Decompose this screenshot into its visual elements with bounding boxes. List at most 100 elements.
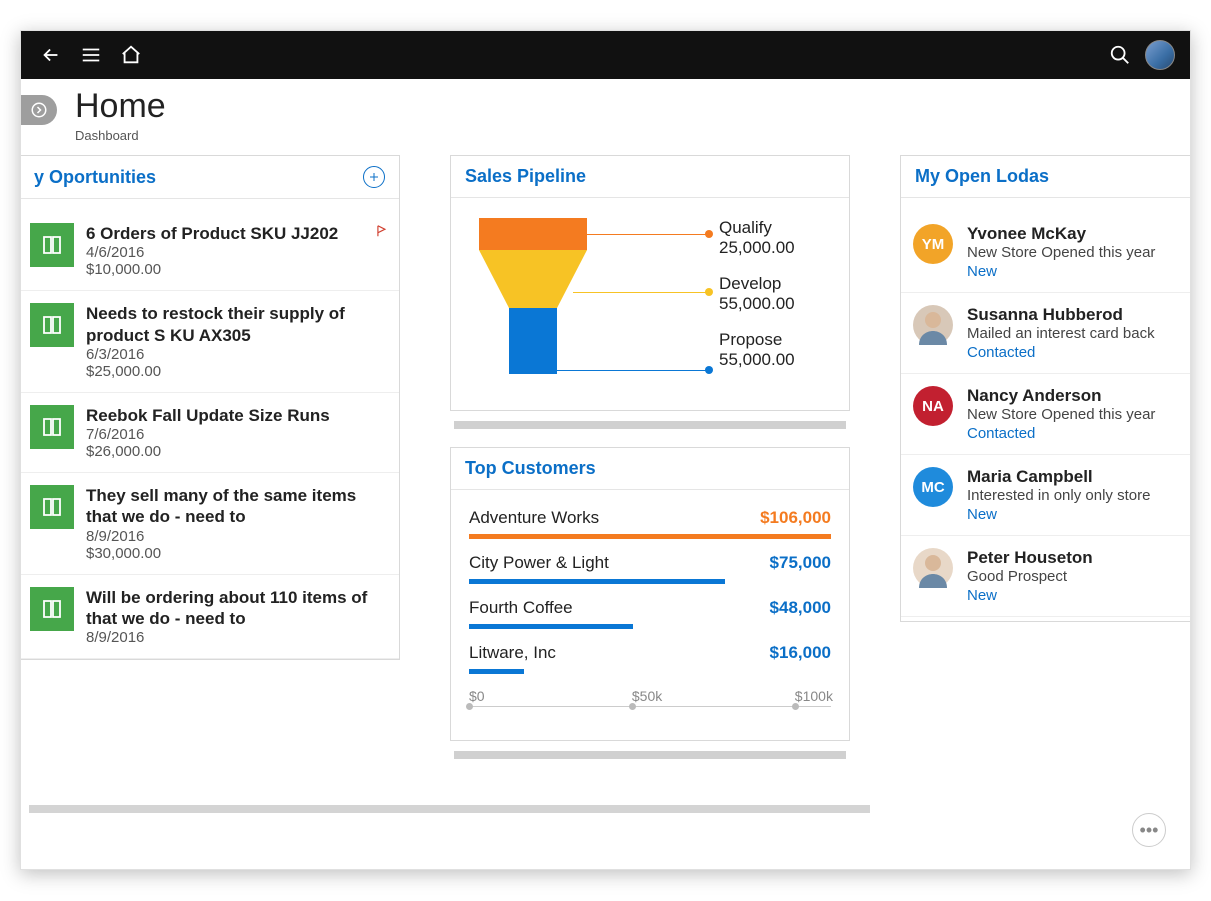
expand-sidebar-button[interactable] — [21, 95, 57, 125]
pipeline-card: Sales Pipeline — [450, 155, 850, 411]
opportunity-item[interactable]: Reebok Fall Update Size Runs 7/6/2016 $2… — [20, 393, 399, 473]
back-button[interactable] — [31, 31, 71, 79]
home-button[interactable] — [111, 31, 151, 79]
opportunity-amount: $26,000.00 — [86, 443, 330, 460]
bottom-shadow — [29, 805, 870, 813]
axis-tick-label: $0 — [469, 688, 485, 704]
customer-value: $16,000 — [770, 643, 831, 663]
avatar-icon — [1145, 40, 1175, 70]
profile-button[interactable] — [1140, 31, 1180, 79]
plus-icon — [368, 171, 380, 183]
customer-bar — [469, 579, 725, 584]
customer-name: Adventure Works — [469, 508, 599, 528]
page-header: Home Dashboard — [21, 79, 1190, 155]
card-shadow — [454, 421, 846, 429]
opportunity-icon — [30, 405, 74, 449]
lead-status: Contacted — [967, 425, 1155, 442]
more-actions-button[interactable]: ••• — [1132, 813, 1166, 847]
stage-value: 25,000.00 — [719, 238, 831, 258]
opportunity-title: They sell many of the same items that we… — [86, 485, 389, 528]
lead-item[interactable]: NA Nancy Anderson New Store Opened this … — [901, 374, 1190, 455]
axis-tick-label: $100k — [795, 688, 833, 704]
customer-value: $75,000 — [770, 553, 831, 573]
lead-desc: New Store Opened this year — [967, 244, 1155, 261]
lead-status: New — [967, 587, 1093, 604]
pipeline-title: Sales Pipeline — [465, 166, 586, 187]
top-customers-card: Top Customers Adventure Works $106,000 C… — [450, 447, 850, 741]
opportunities-title: y Oportunities — [34, 167, 156, 188]
card-shadow — [454, 751, 846, 759]
lead-desc: Interested in only only store — [967, 487, 1150, 504]
customer-bar — [469, 534, 831, 539]
lead-status: New — [967, 263, 1155, 280]
stage-name: Develop — [719, 274, 831, 294]
customer-name: Fourth Coffee — [469, 598, 573, 618]
lead-name: Nancy Anderson — [967, 386, 1155, 406]
pipeline-stage: Propose 55,000.00 — [719, 330, 831, 386]
opportunity-title: 6 Orders of Product SKU JJ202 — [86, 223, 338, 244]
stage-value: 55,000.00 — [719, 350, 831, 370]
axis-tick-dot — [629, 703, 636, 710]
page-subtitle: Dashboard — [75, 128, 166, 143]
page-title: Home — [75, 87, 166, 126]
axis-tick-dot — [466, 703, 473, 710]
add-opportunity-button[interactable] — [363, 166, 385, 188]
lead-item[interactable]: Susanna Hubberod Mailed an interest card… — [901, 293, 1190, 374]
axis-tick-dot — [792, 703, 799, 710]
opportunity-date: 6/3/2016 — [86, 346, 389, 363]
chevron-right-icon — [30, 101, 48, 119]
opportunity-date: 4/6/2016 — [86, 244, 338, 261]
customer-name: City Power & Light — [469, 553, 609, 573]
ellipsis-icon: ••• — [1140, 820, 1159, 841]
lead-name: Susanna Hubberod — [967, 305, 1155, 325]
customer-row[interactable]: Fourth Coffee $48,000 — [469, 592, 831, 637]
opportunity-date: 8/9/2016 — [86, 528, 389, 545]
lead-avatar-photo — [913, 305, 953, 345]
customer-row[interactable]: Adventure Works $106,000 — [469, 502, 831, 547]
top-customers-title: Top Customers — [465, 458, 596, 479]
opportunity-date: 8/9/2016 — [86, 629, 389, 646]
opportunity-title: Reebok Fall Update Size Runs — [86, 405, 330, 426]
customer-value: $48,000 — [770, 598, 831, 618]
opportunity-item[interactable]: They sell many of the same items that we… — [20, 473, 399, 575]
app-topbar — [21, 31, 1190, 79]
customer-value: $106,000 — [760, 508, 831, 528]
lead-desc: New Store Opened this year — [967, 406, 1155, 423]
home-icon — [120, 44, 142, 66]
search-button[interactable] — [1100, 31, 1140, 79]
lead-name: Yvonee McKay — [967, 224, 1155, 244]
lead-name: Peter Houseton — [967, 548, 1093, 568]
opportunity-icon — [30, 587, 74, 631]
opportunity-icon — [30, 485, 74, 529]
customers-axis: $0 $50k $100k — [469, 688, 831, 718]
customer-row[interactable]: City Power & Light $75,000 — [469, 547, 831, 592]
customer-bar — [469, 624, 633, 629]
pipeline-stage: Develop 55,000.00 — [719, 274, 831, 330]
opportunity-item[interactable]: 6 Orders of Product SKU JJ202 4/6/2016 $… — [20, 211, 399, 291]
opportunity-item[interactable]: Needs to restock their supply of product… — [20, 291, 399, 393]
lead-item[interactable]: YM Yvonee McKay New Store Opened this ye… — [901, 212, 1190, 293]
opportunity-amount: $10,000.00 — [86, 261, 338, 278]
lead-avatar-initials: YM — [913, 224, 953, 264]
lead-desc: Good Prospect — [967, 568, 1093, 585]
flag-icon — [375, 223, 389, 278]
lead-status: New — [967, 506, 1150, 523]
pipeline-stage: Qualify 25,000.00 — [719, 218, 831, 274]
leads-card: My Open Lodas YM Yvonee McKay New Store … — [900, 155, 1190, 622]
lead-avatar-initials: NA — [913, 386, 953, 426]
leads-title: My Open Lodas — [915, 166, 1049, 187]
lead-item[interactable]: Peter Houseton Good Prospect New — [901, 536, 1190, 617]
lead-item[interactable]: MC Maria Campbell Interested in only onl… — [901, 455, 1190, 536]
opportunities-card: y Oportunities 6 Orders of Product SKU J… — [20, 155, 400, 660]
customer-row[interactable]: Litware, Inc $16,000 — [469, 637, 831, 682]
lead-name: Maria Campbell — [967, 467, 1150, 487]
opportunity-item[interactable]: Will be ordering about 110 items of that… — [20, 575, 399, 660]
pipeline-funnel-chart — [469, 218, 719, 388]
menu-button[interactable] — [71, 31, 111, 79]
opportunity-icon — [30, 223, 74, 267]
lead-avatar-initials: MC — [913, 467, 953, 507]
stage-name: Qualify — [719, 218, 831, 238]
axis-tick-label: $50k — [632, 688, 662, 704]
opportunity-title: Will be ordering about 110 items of that… — [86, 587, 389, 630]
lead-avatar-photo — [913, 548, 953, 588]
